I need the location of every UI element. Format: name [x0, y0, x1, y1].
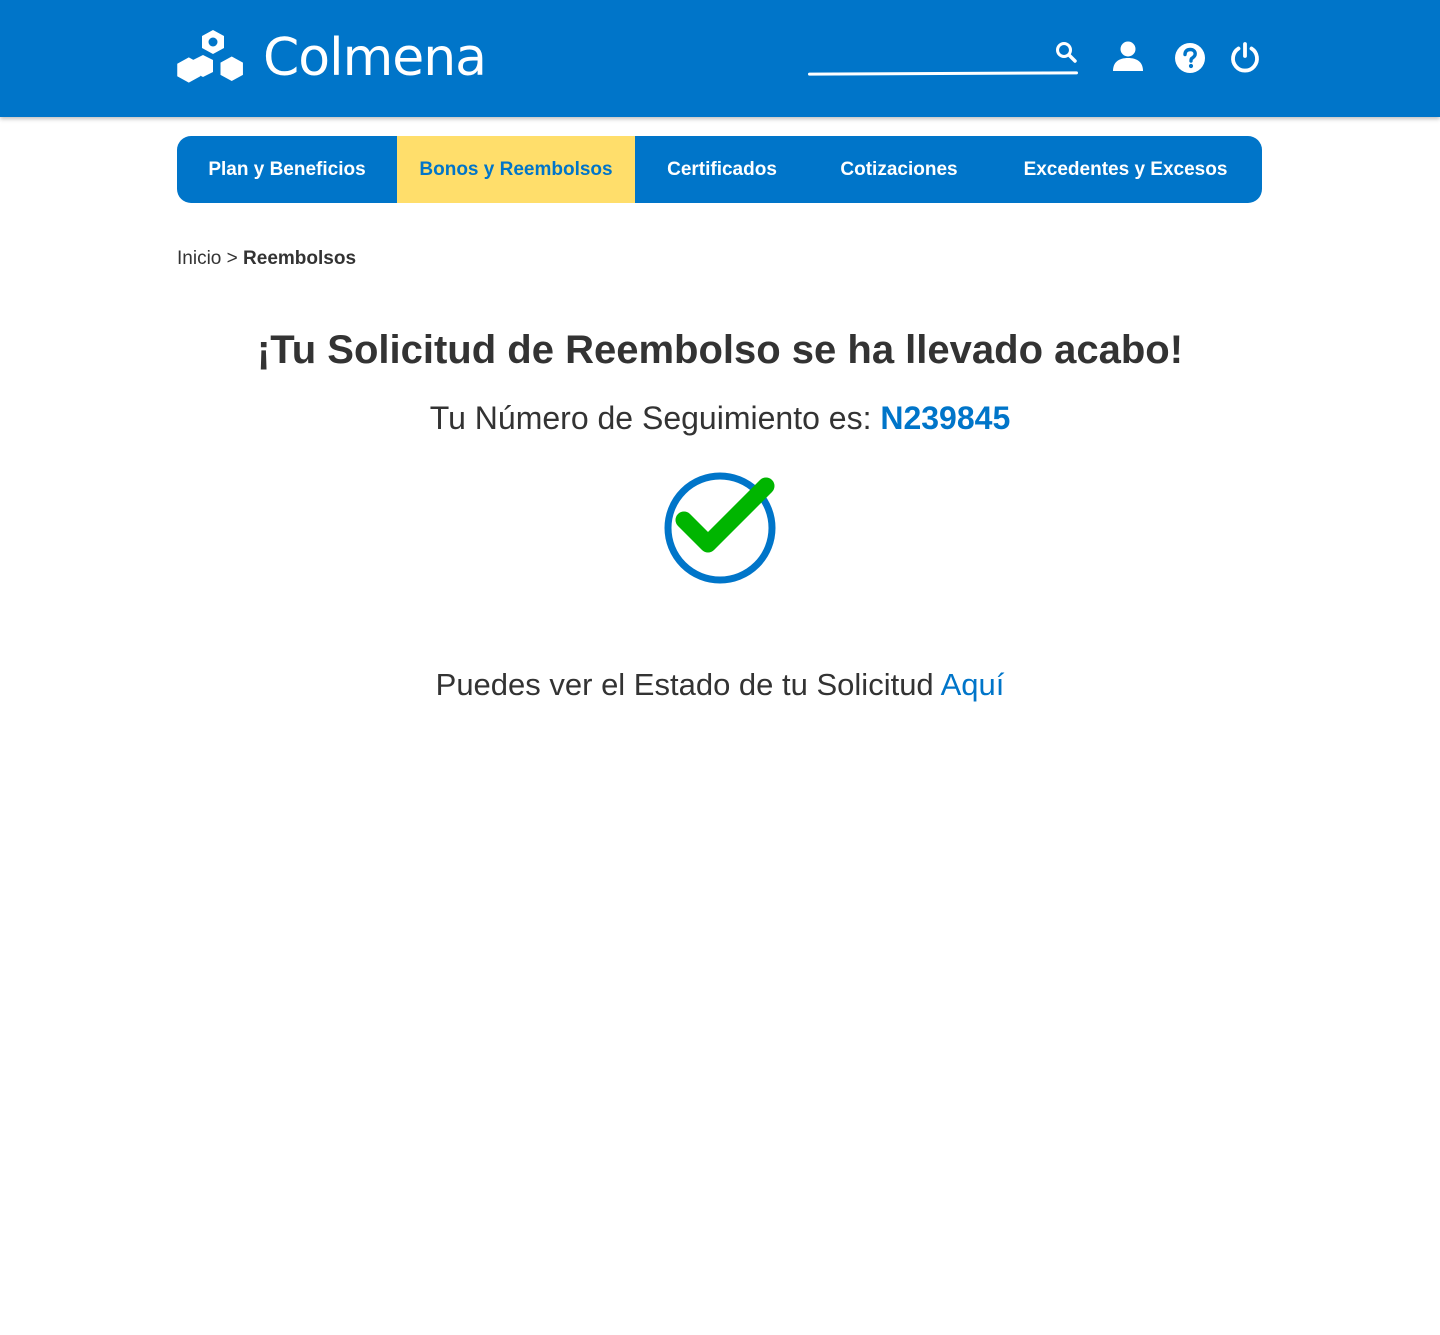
- nav-item-bonos-reembolsos[interactable]: Bonos y Reembolsos: [397, 136, 635, 203]
- power-icon[interactable]: [1229, 41, 1261, 73]
- brand-logo[interactable]: Colmena: [177, 28, 487, 88]
- tracking-info: Tu Número de Seguimiento es: N239845: [0, 400, 1440, 437]
- tracking-label: Tu Número de Seguimiento es:: [429, 400, 872, 436]
- search-icon[interactable]: [1054, 40, 1078, 64]
- status-message: Puedes ver el Estado de tu Solicitud Aqu…: [0, 667, 1440, 703]
- search-box: [807, 38, 1079, 78]
- success-check-icon: [664, 472, 776, 584]
- top-header: Colmena: [0, 0, 1440, 117]
- status-text: Puedes ver el Estado de tu Solicitud: [435, 667, 934, 702]
- breadcrumb-home-link[interactable]: Inicio: [177, 248, 221, 269]
- status-link[interactable]: Aquí: [941, 667, 1005, 702]
- breadcrumb-current: Reembolsos: [243, 248, 357, 269]
- help-icon[interactable]: [1174, 42, 1206, 74]
- breadcrumb: Inicio > Reembolsos: [177, 248, 356, 270]
- brand-name: Colmena: [263, 28, 487, 88]
- confirmation-title: ¡Tu Solicitud de Reembolso se ha llevado…: [256, 328, 1184, 372]
- nav-item-cotizaciones[interactable]: Cotizaciones: [809, 136, 989, 203]
- colmena-hexagons-icon: [177, 30, 243, 83]
- nav-item-plan-beneficios[interactable]: Plan y Beneficios: [177, 136, 397, 203]
- user-icon[interactable]: [1112, 40, 1144, 72]
- search-underline: [807, 71, 1079, 76]
- nav-item-certificados[interactable]: Certificados: [635, 136, 809, 203]
- main-nav: Plan y Beneficios Bonos y Reembolsos Cer…: [177, 136, 1262, 203]
- search-input[interactable]: [808, 42, 1048, 74]
- tracking-number: N239845: [880, 400, 1011, 436]
- breadcrumb-separator: >: [226, 248, 238, 269]
- nav-item-excedentes-excesos[interactable]: Excedentes y Excesos: [989, 136, 1262, 203]
